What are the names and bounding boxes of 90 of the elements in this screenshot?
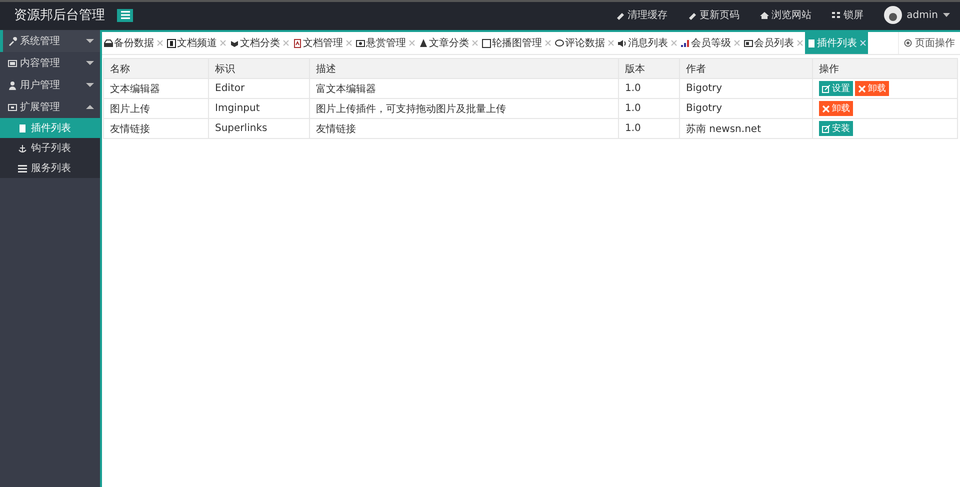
tab[interactable]: 会员等级 — [679, 32, 742, 54]
card-icon — [744, 38, 753, 48]
table-cell: Editor — [208, 78, 310, 98]
user-name[interactable]: admin — [906, 10, 938, 20]
table-cell: 友情链接 — [310, 118, 618, 138]
speaker-icon — [618, 38, 627, 48]
menu-icon — [120, 11, 130, 19]
close-icon — [346, 40, 352, 46]
tray-icon — [104, 38, 113, 48]
avatar-icon — [884, 6, 902, 24]
toolbar-link[interactable]: 浏览网站 — [760, 8, 812, 22]
sidebar-item[interactable]: 系统管理 — [0, 30, 100, 52]
bar-chart-icon — [681, 38, 690, 48]
caret-icon — [86, 82, 94, 88]
tab[interactable]: 文档分类 — [228, 32, 291, 54]
tab[interactable]: 悬赏管理 — [354, 32, 417, 54]
table-cell: 图片上传插件，可支持拖动图片及批量上传 — [310, 98, 618, 118]
document-icon — [807, 38, 816, 48]
target-icon — [904, 39, 912, 47]
table-cell: 文本编辑器 — [104, 78, 208, 98]
close-icon — [822, 104, 830, 112]
sidebar-subitem[interactable]: 钩子列表 — [0, 138, 100, 158]
table-cell: 苏南 newsn.net — [680, 118, 812, 138]
table-cell: Bigotry — [680, 98, 812, 118]
sidebar-subitem[interactable]: 服务列表 — [0, 158, 100, 178]
home-icon — [760, 10, 769, 20]
square-icon — [482, 38, 491, 48]
image-icon — [356, 38, 365, 48]
pdf-icon — [293, 38, 302, 48]
table-cell: 图片上传 — [104, 98, 208, 118]
close-icon — [472, 40, 478, 46]
toolbar-link[interactable]: 清理缓存 — [616, 8, 668, 22]
brush-icon — [616, 10, 625, 20]
column-header: 标识 — [208, 58, 310, 78]
toolbar-link[interactable]: 更新页码 — [688, 8, 740, 22]
sidebar-item[interactable]: 扩展管理 — [0, 96, 100, 118]
close-icon — [409, 40, 415, 46]
wrench-icon — [8, 36, 17, 46]
tab[interactable]: 轮播图管理 — [480, 32, 553, 54]
close-icon — [671, 40, 677, 46]
close-icon — [283, 40, 289, 46]
caret-icon — [86, 60, 94, 66]
table-cell: Superlinks — [208, 118, 310, 138]
table-cell: 富文本编辑器 — [310, 78, 618, 98]
anchor-icon — [18, 144, 27, 152]
toolbar-link[interactable]: 锁屏 — [832, 8, 864, 22]
close-icon — [860, 40, 866, 46]
chat-icon — [555, 38, 564, 48]
document-icon — [18, 124, 27, 132]
image-icon — [8, 58, 17, 68]
close-icon — [797, 40, 803, 46]
tab[interactable]: 评论数据 — [553, 32, 616, 54]
caret-icon — [86, 104, 94, 110]
caret-icon — [943, 13, 950, 17]
tab[interactable]: 消息列表 — [616, 32, 679, 54]
table-cell: 1.0 — [618, 78, 680, 98]
close-icon — [220, 40, 226, 46]
edit-icon — [822, 84, 830, 92]
table-cell: 1.0 — [618, 98, 680, 118]
menu-button[interactable] — [117, 8, 133, 22]
sidebar-item[interactable]: 用户管理 — [0, 74, 100, 96]
table-cell: 友情链接 — [104, 118, 208, 138]
table-cell: Imginput — [208, 98, 310, 118]
close-icon — [734, 40, 740, 46]
caret-icon — [86, 38, 94, 44]
square-icon — [167, 38, 176, 48]
tab[interactable]: 文档频道 — [165, 32, 228, 54]
list-icon — [18, 164, 27, 172]
brush-icon — [688, 10, 697, 20]
column-header: 名称 — [104, 58, 208, 78]
edit-icon — [822, 124, 830, 132]
app-title: 资源邦后台管理 — [14, 7, 105, 24]
tab[interactable]: 会员列表 — [742, 32, 805, 54]
tab[interactable]: 文章分类 — [417, 32, 480, 54]
close-icon — [858, 84, 866, 92]
user-icon — [8, 80, 17, 90]
table-cell: 1.0 — [618, 118, 680, 138]
page-actions-menu[interactable]: 页面操作 — [898, 32, 960, 54]
column-header: 描述 — [310, 58, 618, 78]
close-icon — [157, 40, 163, 46]
column-header: 作者 — [680, 58, 812, 78]
table-cell: Bigotry — [680, 78, 812, 98]
close-icon — [608, 40, 614, 46]
column-header: 操作 — [812, 58, 958, 78]
sidebar-item[interactable]: 内容管理 — [0, 52, 100, 74]
tab[interactable]: 文档管理 — [291, 32, 354, 54]
grid-icon — [832, 10, 841, 20]
column-header: 版本 — [618, 58, 680, 78]
tab[interactable]: 备份数据 — [102, 32, 165, 54]
close-icon — [545, 40, 551, 46]
